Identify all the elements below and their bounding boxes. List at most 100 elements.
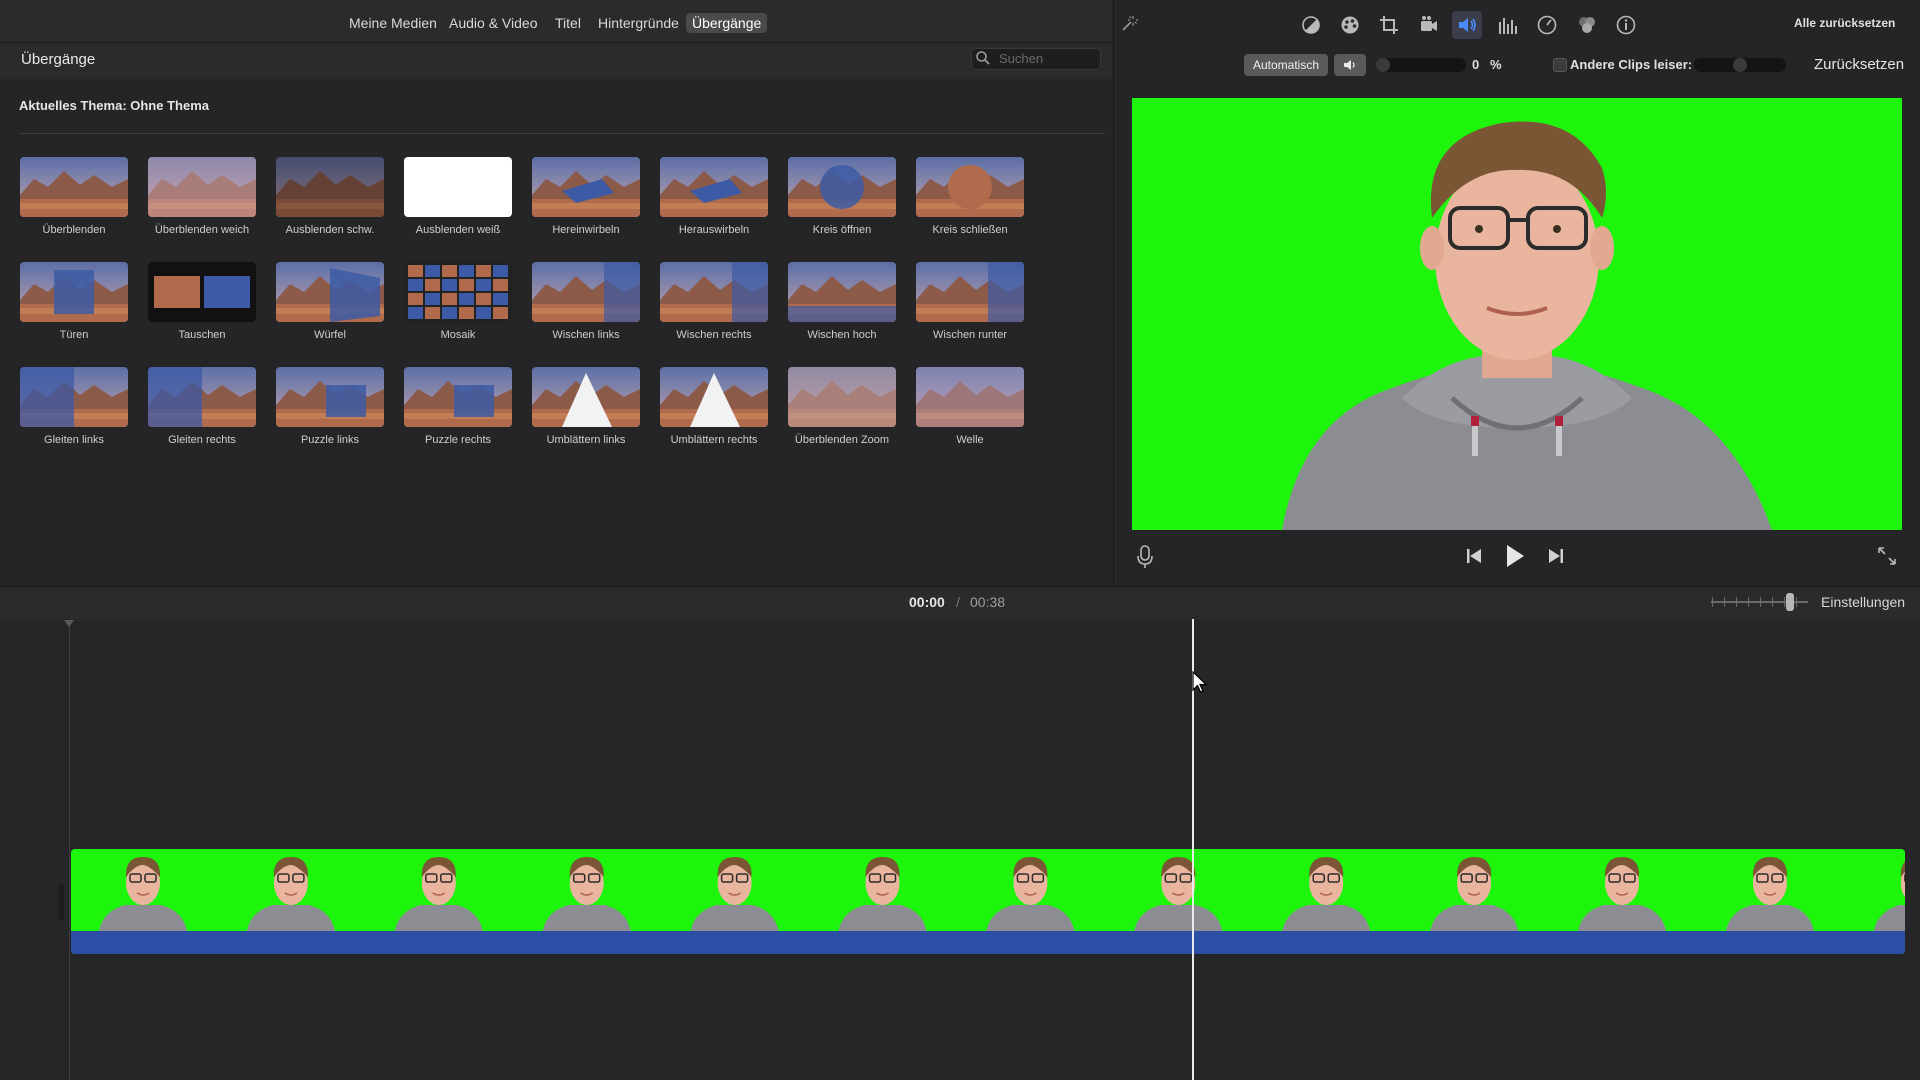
timeline-start-line [69, 625, 70, 1080]
transition-label: Hereinwirbeln [552, 224, 620, 236]
noise-reduction-icon[interactable] [1576, 14, 1598, 36]
transition-label: Wischen hoch [807, 329, 877, 341]
clip-filmstrip [71, 849, 1905, 931]
volume-value: 0 [1472, 57, 1480, 72]
page-curl-left-icon [532, 367, 640, 427]
transition-label: Türen [59, 329, 89, 341]
timeline-toolbar [0, 586, 1920, 620]
skip-back-icon[interactable] [1465, 546, 1483, 566]
volume-unit: % [1490, 57, 1502, 72]
slide-right-icon [148, 367, 256, 427]
cube-icon [276, 262, 384, 322]
other-clips-checkbox[interactable] [1553, 58, 1567, 72]
transition-label: Gleiten rechts [168, 434, 236, 446]
swirl-out-icon [660, 157, 768, 217]
transition-label: Herauswirbeln [678, 224, 750, 236]
transition-label: Tauschen [178, 329, 226, 341]
transition-tile[interactable]: Ausblenden schw. [276, 157, 384, 236]
color-correction-icon[interactable] [1339, 14, 1361, 36]
transition-tile[interactable]: Mosaik [404, 262, 512, 341]
zoom-tick [1760, 597, 1761, 607]
transition-label: Kreis öffnen [812, 224, 872, 236]
transition-label: Umblättern links [546, 434, 626, 446]
microphone-icon[interactable] [1135, 545, 1155, 569]
timeline-start-marker [64, 620, 74, 627]
transition-label: Wischen links [552, 329, 620, 341]
info-icon[interactable] [1615, 14, 1637, 36]
total-timecode: 00:38 [970, 594, 1006, 610]
transition-tile[interactable]: Hereinwirbeln [532, 157, 640, 236]
volume-icon[interactable] [1456, 14, 1478, 36]
equalizer-icon[interactable] [1496, 14, 1518, 36]
stabilization-icon[interactable] [1418, 14, 1440, 36]
reset-button[interactable]: Zurücksetzen [1814, 56, 1904, 73]
puzzle-right-icon [404, 367, 512, 427]
tab-hintergruende[interactable]: Hintergründe [598, 15, 679, 31]
crop-icon[interactable] [1378, 14, 1400, 36]
transition-tile[interactable]: Puzzle links [276, 367, 384, 446]
zoom-tick [1784, 597, 1785, 607]
transition-tile[interactable]: Wischen runter [916, 262, 1024, 341]
transition-label: Ausblenden weiß [415, 224, 501, 236]
speed-icon[interactable] [1536, 14, 1558, 36]
play-icon[interactable] [1504, 543, 1526, 569]
tab-audio-video[interactable]: Audio & Video [449, 15, 537, 31]
mosaic-icon [404, 262, 512, 322]
other-clips-slider-knob[interactable] [1733, 58, 1747, 72]
theme-label: Aktuelles Thema: Ohne Thema [19, 98, 209, 113]
page-curl-right-icon [660, 367, 768, 427]
swirl-in-icon [532, 157, 640, 217]
transition-tile[interactable]: Wischen rechts [660, 262, 768, 341]
settings-button[interactable]: Einstellungen [1821, 594, 1905, 610]
transition-tile[interactable]: Ausblenden weiß [404, 157, 512, 236]
mountain-lake-icon [20, 157, 128, 217]
transition-tile[interactable]: Türen [20, 262, 128, 341]
white-fade-icon [404, 157, 512, 217]
transition-tile[interactable]: Überblenden Zoom [788, 367, 896, 446]
zoom-tick [1712, 597, 1713, 607]
transition-label: Puzzle rechts [424, 434, 492, 446]
transition-label: Überblenden Zoom [794, 434, 890, 446]
wipe-right-icon [660, 262, 768, 322]
transition-tile[interactable]: Puzzle rechts [404, 367, 512, 446]
transition-tile[interactable]: Überblenden weich [148, 157, 256, 236]
color-balance-icon[interactable] [1300, 14, 1322, 36]
tab-titel[interactable]: Titel [555, 15, 581, 31]
video-clip[interactable] [71, 849, 1905, 954]
transition-tile[interactable]: Gleiten rechts [148, 367, 256, 446]
doors-icon [20, 262, 128, 322]
transition-tile[interactable]: Wischen links [532, 262, 640, 341]
magic-wand-icon[interactable] [1118, 13, 1140, 35]
transition-tile[interactable]: Umblättern links [532, 367, 640, 446]
circle-open-icon [788, 157, 896, 217]
mute-button[interactable] [1334, 54, 1366, 76]
transition-label: Wischen runter [933, 329, 1007, 341]
skip-forward-icon[interactable] [1547, 546, 1565, 566]
transition-tile[interactable]: Kreis öffnen [788, 157, 896, 236]
transition-tile[interactable]: Überblenden [20, 157, 128, 236]
transition-tile[interactable]: Kreis schließen [916, 157, 1024, 236]
timeline-zoom-knob[interactable] [1786, 593, 1794, 611]
transition-tile[interactable]: Tauschen [148, 262, 256, 341]
transition-tile[interactable]: Gleiten links [20, 367, 128, 446]
transition-label: Überblenden [42, 224, 106, 236]
transition-tile[interactable]: Wischen hoch [788, 262, 896, 341]
transition-tile[interactable]: Welle [916, 367, 1024, 446]
transition-tile[interactable]: Würfel [276, 262, 384, 341]
zoom-tick [1724, 597, 1725, 607]
wipe-up-icon [788, 262, 896, 322]
search-placeholder: Suchen [999, 51, 1044, 66]
auto-volume-button[interactable]: Automatisch [1244, 54, 1328, 76]
volume-slider-knob[interactable] [1376, 58, 1390, 72]
ripple-icon [916, 367, 1024, 427]
search-icon [976, 51, 990, 65]
reset-all-button[interactable]: Alle zurücksetzen [1794, 16, 1895, 30]
tab-uebergaenge[interactable]: Übergänge [686, 13, 768, 33]
tab-meine-medien[interactable]: Meine Medien [349, 15, 437, 31]
transition-tile[interactable]: Umblättern rechts [660, 367, 768, 446]
transition-label: Wischen rechts [676, 329, 752, 341]
transition-tile[interactable]: Herauswirbeln [660, 157, 768, 236]
clip-handle[interactable] [58, 884, 64, 920]
zoom-tick [1772, 597, 1773, 607]
fullscreen-icon[interactable] [1877, 546, 1897, 566]
